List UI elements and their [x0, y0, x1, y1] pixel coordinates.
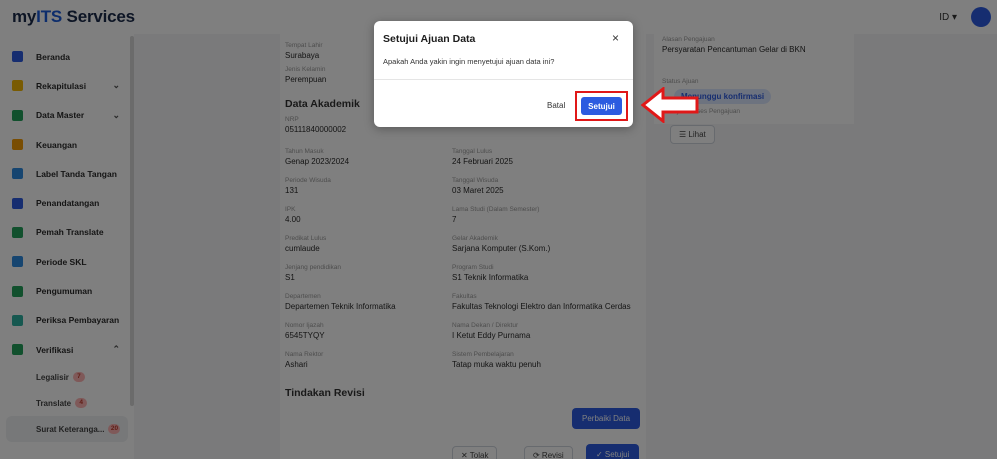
confirm-button[interactable]: Setujui	[581, 97, 622, 115]
divider	[374, 79, 633, 80]
arrow-left-icon	[641, 87, 699, 123]
dialog-title: Setujui Ajuan Data	[383, 33, 476, 45]
close-icon[interactable]: ×	[612, 31, 619, 45]
cancel-button[interactable]: Batal	[547, 101, 565, 110]
dialog-message: Apakah Anda yakin ingin menyetujui ajuan…	[383, 57, 555, 66]
highlight-box: Setujui	[575, 91, 628, 121]
confirm-dialog: Setujui Ajuan Data × Apakah Anda yakin i…	[374, 21, 633, 127]
